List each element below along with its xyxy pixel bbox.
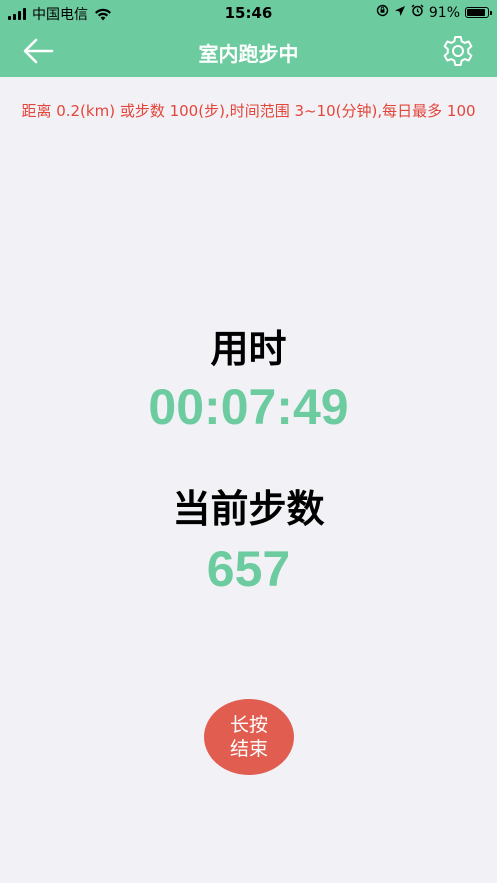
- requirements-notice: 距离 0.2(km) 或步数 100(步),时间范围 3~10(分钟),每日最多…: [21, 102, 476, 120]
- status-right: 91%: [376, 4, 492, 21]
- step-count-value: 657: [206, 541, 291, 597]
- elapsed-time-value: 00:07:49: [148, 379, 349, 435]
- elapsed-time-label: 用时: [210, 327, 287, 371]
- navbar: 室内跑步中: [0, 26, 497, 77]
- end-button-line2: 结束: [229, 738, 268, 760]
- battery-fill: [467, 9, 486, 16]
- page-title: 室内跑步中: [198, 42, 299, 66]
- alarm-icon: [411, 4, 424, 21]
- header: 中国电信 15:46 91% 室内跑步中: [0, 0, 497, 77]
- settings-button[interactable]: [441, 34, 475, 68]
- long-press-end-button[interactable]: 长按 结束: [204, 699, 294, 775]
- battery-icon: [465, 7, 492, 18]
- battery-percent: 91%: [428, 4, 460, 21]
- step-count-label: 当前步数: [172, 487, 325, 531]
- end-button-line1: 长按: [229, 714, 268, 736]
- location-arrow-icon: [394, 5, 406, 21]
- orientation-lock-icon: [376, 4, 389, 21]
- gear-icon: [443, 36, 473, 66]
- status-bar: 中国电信 15:46 91%: [0, 0, 497, 26]
